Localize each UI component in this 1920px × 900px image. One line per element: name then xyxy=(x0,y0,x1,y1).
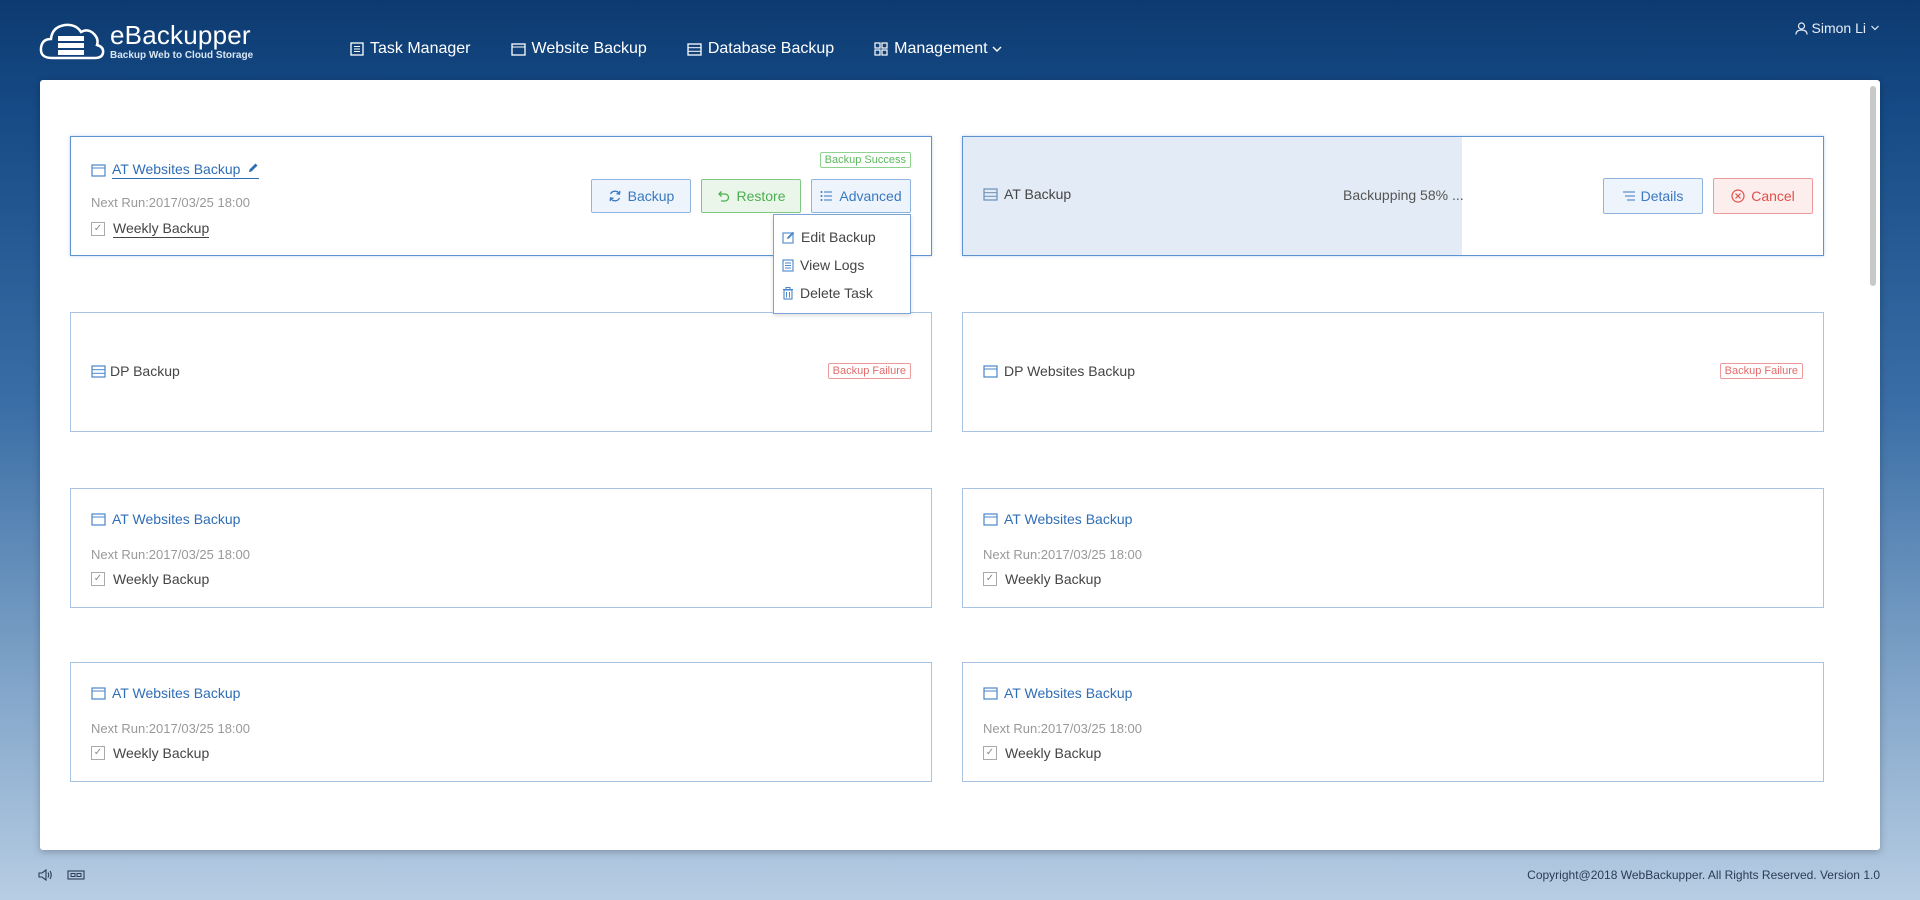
database-icon xyxy=(91,364,106,378)
task-title[interactable]: AT Websites Backup xyxy=(112,685,240,701)
task-card[interactable]: AT Websites Backup Next Run:2017/03/25 1… xyxy=(70,488,932,608)
nav-label: Task Manager xyxy=(370,40,471,57)
main-nav: Task Manager Website Backup Database Bac… xyxy=(350,40,1049,58)
next-run-text: Next Run:2017/03/25 18:00 xyxy=(983,721,1143,736)
schedule-label[interactable]: Weekly Backup xyxy=(113,571,209,587)
task-card[interactable]: AT Websites Backup Next Run:2017/03/25 1… xyxy=(962,662,1824,782)
status-badge: Backup Failure xyxy=(827,363,911,379)
progress-text: Backupping 58% ... xyxy=(1343,187,1464,203)
menu-item-edit-backup[interactable]: Edit Backup xyxy=(782,229,876,245)
nav-label: Database Backup xyxy=(707,40,835,57)
task-card[interactable]: AT Backup Backupping 58% ... Details Can… xyxy=(962,136,1824,256)
button-label: Advanced xyxy=(839,188,902,204)
list-icon xyxy=(820,191,833,201)
schedule-label[interactable]: Weekly Backup xyxy=(113,745,209,761)
menu-item-delete-task[interactable]: Delete Task xyxy=(782,285,873,301)
user-name: Simon Li xyxy=(1811,20,1866,36)
refresh-icon xyxy=(609,190,621,202)
trash-icon xyxy=(783,286,793,300)
cancel-button[interactable]: Cancel xyxy=(1713,178,1813,214)
button-label: Cancel xyxy=(1751,188,1795,204)
footer: Copyright@2018 WebBackupper. All Rights … xyxy=(0,860,1920,890)
schedule-label[interactable]: Weekly Backup xyxy=(1005,745,1101,761)
chevron-down-icon xyxy=(992,46,1002,52)
nav-label: Website Backup xyxy=(531,40,647,57)
window-icon xyxy=(91,512,106,526)
menu-lines-icon xyxy=(1622,191,1635,201)
advanced-button[interactable]: Advanced xyxy=(811,179,911,213)
task-card[interactable]: DP Websites Backup Backup Failure xyxy=(962,312,1824,432)
app-logo[interactable]: eBackupper Backup Web to Cloud Storage xyxy=(38,18,253,64)
button-label: Restore xyxy=(736,188,786,204)
window-icon xyxy=(983,364,998,378)
task-title-text: AT Websites Backup xyxy=(112,161,241,177)
task-panel: AT Websites Backup Next Run:2017/03/25 1… xyxy=(40,80,1880,850)
details-button[interactable]: Details xyxy=(1603,178,1703,214)
chevron-down-icon xyxy=(1871,25,1879,31)
grid-icon xyxy=(874,42,888,56)
undo-icon xyxy=(718,191,730,202)
button-label: Details xyxy=(1640,188,1684,204)
next-run-text: Next Run:2017/03/25 18:00 xyxy=(983,547,1143,562)
document-icon xyxy=(782,258,794,272)
menu-item-label: Delete Task xyxy=(800,285,873,301)
copyright-text: Copyright@2018 WebBackupper. All Rights … xyxy=(1527,868,1880,882)
menu-item-label: View Logs xyxy=(800,257,865,273)
task-list-icon xyxy=(350,42,364,56)
button-label: Backup xyxy=(627,188,675,204)
menu-item-view-logs[interactable]: View Logs xyxy=(782,257,864,273)
restore-button[interactable]: Restore xyxy=(701,179,801,213)
task-title[interactable]: AT Websites Backup xyxy=(1004,511,1132,527)
edit-icon xyxy=(782,231,795,244)
schedule-checkbox[interactable]: ✓ xyxy=(983,572,997,586)
task-card[interactable]: AT Websites Backup Next Run:2017/03/25 1… xyxy=(70,662,932,782)
schedule-label[interactable]: Weekly Backup xyxy=(113,220,210,238)
next-run-text: Next Run:2017/03/25 18:00 xyxy=(91,195,251,210)
next-run-text: Next Run:2017/03/25 18:00 xyxy=(91,547,251,562)
task-title[interactable]: AT Websites Backup xyxy=(112,161,260,179)
cloud-server-icon xyxy=(38,18,106,64)
schedule-checkbox[interactable]: ✓ xyxy=(91,222,105,236)
task-title[interactable]: DP Websites Backup xyxy=(1004,363,1135,379)
window-icon xyxy=(983,512,998,526)
screen-icon[interactable] xyxy=(67,868,85,882)
user-icon xyxy=(1794,21,1808,35)
status-badge: Backup Failure xyxy=(1719,363,1803,379)
task-card[interactable]: DP Backup Backup Failure xyxy=(70,312,932,432)
menu-item-label: Edit Backup xyxy=(801,229,876,245)
nav-management[interactable]: Management xyxy=(874,40,1008,58)
nav-website-backup[interactable]: Website Backup xyxy=(510,40,647,58)
task-title[interactable]: DP Backup xyxy=(110,363,180,379)
close-circle-icon xyxy=(1731,189,1745,203)
nav-label: Management xyxy=(894,40,988,57)
status-badge: Backup Success xyxy=(819,152,911,168)
window-icon xyxy=(91,163,106,177)
user-menu[interactable]: Simon Li xyxy=(1794,20,1880,36)
schedule-label[interactable]: Weekly Backup xyxy=(1005,571,1101,587)
app-title: eBackupper xyxy=(110,20,251,50)
pencil-icon[interactable] xyxy=(247,162,259,174)
next-run-text: Next Run:2017/03/25 18:00 xyxy=(91,721,251,736)
task-card[interactable]: AT Websites Backup Next Run:2017/03/25 1… xyxy=(962,488,1824,608)
backup-button[interactable]: Backup xyxy=(591,179,691,213)
schedule-checkbox[interactable]: ✓ xyxy=(91,746,105,760)
schedule-checkbox[interactable]: ✓ xyxy=(91,572,105,586)
task-title[interactable]: AT Websites Backup xyxy=(1004,685,1132,701)
database-icon xyxy=(983,187,998,201)
task-title[interactable]: AT Websites Backup xyxy=(112,511,240,527)
speaker-icon[interactable] xyxy=(38,868,53,882)
top-bar: eBackupper Backup Web to Cloud Storage T… xyxy=(0,0,1920,80)
nav-database-backup[interactable]: Database Backup xyxy=(687,40,834,58)
database-icon xyxy=(687,42,702,56)
window-icon xyxy=(91,686,106,700)
window-icon xyxy=(983,686,998,700)
scrollbar[interactable] xyxy=(1870,86,1876,286)
nav-task-manager[interactable]: Task Manager xyxy=(350,40,471,58)
window-icon xyxy=(510,42,526,56)
task-title[interactable]: AT Backup xyxy=(1004,186,1071,202)
schedule-checkbox[interactable]: ✓ xyxy=(983,746,997,760)
advanced-dropdown-menu: Edit Backup View Logs Delete Task xyxy=(773,214,911,314)
app-subtitle: Backup Web to Cloud Storage xyxy=(110,50,254,61)
